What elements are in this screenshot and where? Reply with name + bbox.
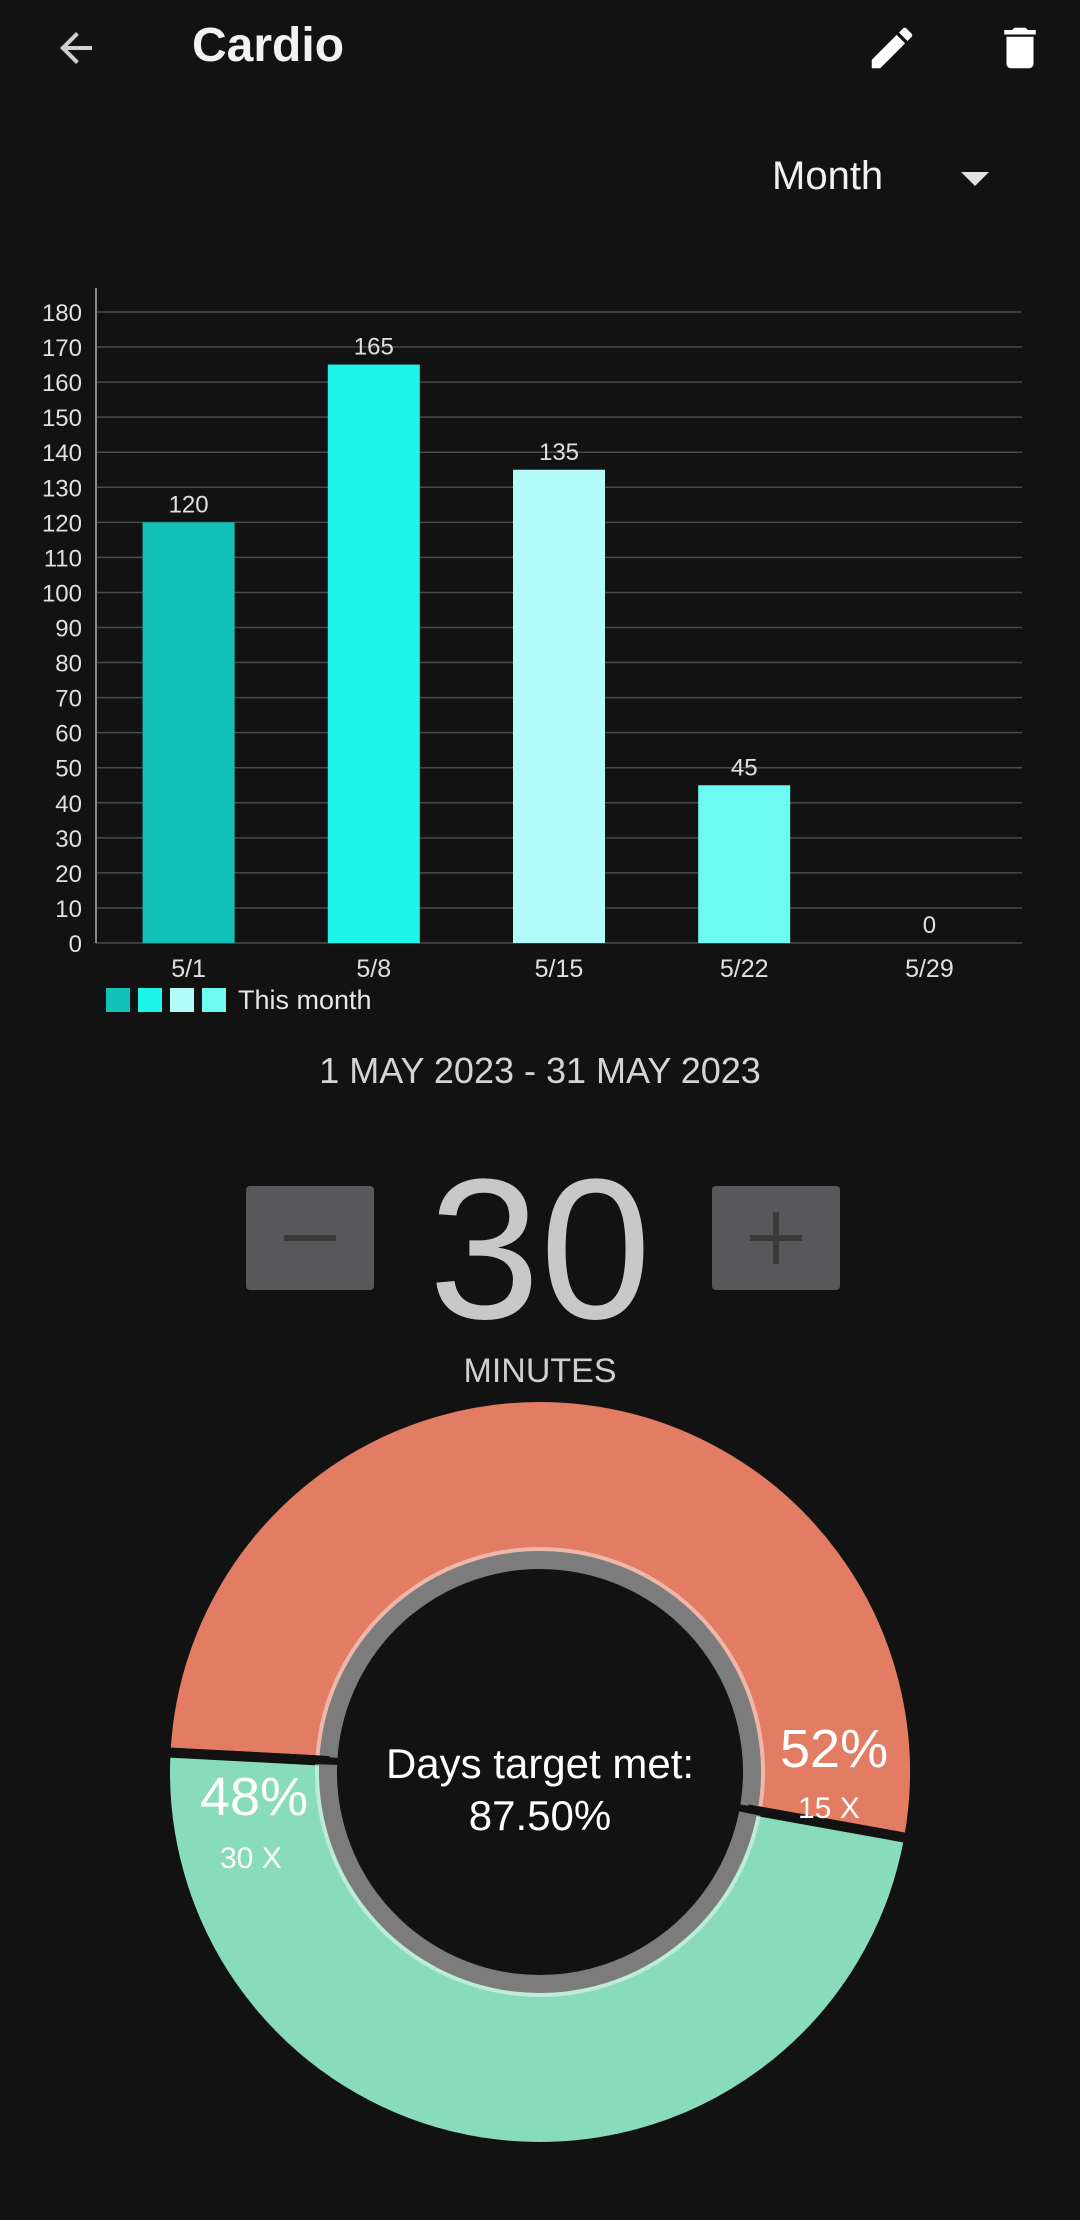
page-title: Cardio (192, 19, 345, 72)
minus-icon (284, 1212, 336, 1264)
y-tick-label: 60 (55, 721, 82, 748)
period-dropdown[interactable]: Month (760, 140, 1020, 220)
arrow-left-icon (60, 32, 92, 64)
slice-right-count: 15 X (798, 1792, 860, 1825)
bar (698, 785, 791, 943)
x-tick-label: 5/29 (905, 955, 954, 983)
pencil-icon (871, 27, 913, 69)
trash-icon (1004, 27, 1036, 69)
y-tick-label: 160 (42, 370, 82, 397)
donut-center-value: 87.50% (468, 1792, 612, 1839)
edit-button[interactable] (856, 12, 928, 84)
y-tick-label: 0 (69, 931, 82, 958)
y-tick-label: 80 (55, 651, 82, 678)
legend-swatch (138, 988, 162, 1012)
y-tick-label: 20 (55, 861, 82, 888)
bar-chart: 0 10 20 30 40 50 60 70 80 90 100 110 120 130 140 150 160… (0, 260, 1080, 1020)
legend-swatch (170, 988, 194, 1012)
y-tick-label: 40 (55, 791, 82, 818)
slice-left-count: 30 X (220, 1842, 282, 1875)
x-tick-label: 5/1 (171, 955, 206, 983)
y-tick-label: 140 (42, 440, 82, 467)
bar-data-label: 0 (923, 912, 936, 939)
y-tick-label: 30 (55, 826, 82, 853)
bar-data-label: 120 (169, 491, 209, 518)
increment-button[interactable] (712, 1186, 840, 1290)
decrement-button[interactable] (246, 1186, 374, 1290)
y-tick-label: 150 (42, 405, 82, 432)
y-tick-label: 120 (42, 510, 82, 537)
y-tick-label: 110 (44, 545, 82, 572)
y-tick-label: 130 (42, 475, 82, 502)
plus-icon (750, 1212, 802, 1264)
legend-swatch (106, 988, 130, 1012)
slice-left-percent: 48% (200, 1767, 309, 1827)
y-tick-label: 100 (42, 580, 82, 607)
bar-data-label: 165 (354, 334, 394, 361)
period-selected-label: Month (772, 154, 884, 198)
bar (513, 469, 605, 943)
donut-center-title: Days target met: (385, 1740, 695, 1787)
date-range: 1 MAY 2023 - 31 MAY 2023 (319, 1050, 761, 1091)
delete-button[interactable] (984, 12, 1056, 84)
back-button[interactable] (40, 12, 112, 84)
legend-swatch (202, 988, 226, 1012)
bar (142, 522, 235, 943)
x-tick-label: 5/15 (535, 955, 584, 983)
donut-chart: Days target met: 87.50% 52% 15 X 48% 30 … (0, 1392, 1080, 2200)
bar-data-label: 45 (731, 754, 758, 781)
slice-right-percent: 52% (780, 1719, 889, 1779)
bar (327, 364, 420, 943)
y-tick-label: 70 (55, 686, 82, 713)
donut-center-label: Days target met: 87.50% (340, 1738, 740, 1842)
y-tick-label: 50 (55, 756, 82, 783)
target-minutes-value: 30 (428, 1138, 652, 1361)
chart-legend: This month (106, 982, 372, 1018)
bar-data-label: 135 (539, 439, 579, 466)
y-tick-label: 170 (42, 335, 82, 362)
legend-label: This month (238, 984, 372, 1015)
x-tick-label: 5/8 (356, 955, 391, 983)
y-tick-label: 10 (55, 896, 82, 923)
y-tick-label: 90 (55, 616, 82, 643)
target-unit-label: MINUTES (463, 1352, 617, 1390)
x-tick-label: 5/22 (720, 955, 769, 983)
chevron-down-icon (961, 172, 989, 186)
y-tick-label: 180 (42, 300, 82, 327)
app-bar: Cardio (0, 0, 1080, 100)
